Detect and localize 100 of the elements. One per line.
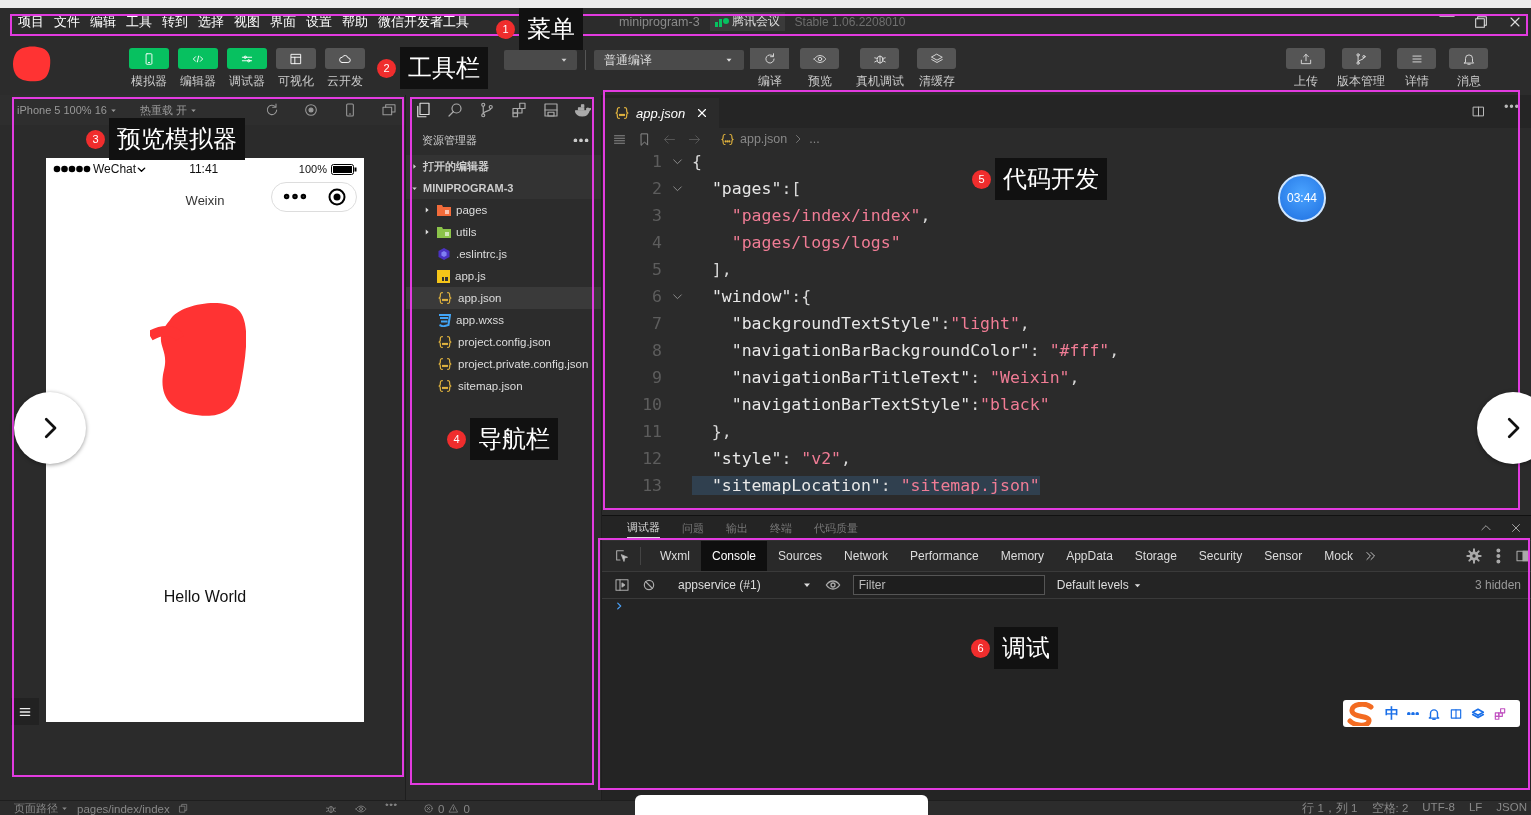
language-mode[interactable]: JSON [1496, 801, 1527, 815]
devtools-tab[interactable]: Wxml [649, 541, 701, 571]
devtools-tab[interactable]: Security [1187, 541, 1254, 571]
capsule-button[interactable] [271, 182, 357, 212]
menu-item[interactable]: 工具 [126, 12, 152, 31]
code-line: "window":{ [710, 287, 812, 306]
list-button[interactable] [11, 698, 39, 725]
toolbar-button[interactable] [860, 48, 899, 69]
blocks-icon [510, 101, 528, 119]
menu-item[interactable]: 文件 [54, 12, 80, 31]
panel-tab[interactable]: 调试器 [627, 518, 660, 538]
devtools-tab[interactable]: Mock [1313, 541, 1364, 571]
body-text: Hello World [162, 588, 248, 606]
js-file-icon [437, 269, 450, 283]
callout-label: 调试 [994, 627, 1058, 669]
devtools-tab[interactable]: Storage [1123, 541, 1188, 571]
toolbar-label: 真机调试 [855, 73, 904, 90]
menu-item[interactable]: 设置 [306, 12, 332, 31]
context-dropdown[interactable]: appservice (#1) [668, 578, 813, 592]
page-path-dropdown[interactable]: 页面路径 [14, 801, 69, 815]
menu-item[interactable]: 转到 [162, 12, 188, 31]
devtools-tab[interactable]: Network [833, 541, 900, 571]
maximize-icon [1473, 13, 1489, 30]
encoding-setting[interactable]: UTF-8 [1422, 801, 1455, 815]
callout-label: 代码开发 [995, 158, 1107, 200]
view-toggle-button[interactable] [275, 48, 316, 69]
menu-item[interactable]: 帮助 [342, 12, 368, 31]
file-item[interactable]: project.config.json [406, 331, 601, 353]
input-mode-label[interactable]: 中 [1385, 704, 1399, 723]
file-item[interactable]: app.json [406, 287, 601, 309]
braces-icon [614, 105, 630, 121]
grid-icon [1493, 706, 1507, 721]
compile-mode-dropdown[interactable]: 普通编译 [594, 50, 744, 70]
punctuation-icon [1407, 711, 1419, 716]
file-item[interactable]: .eslintrc.js [406, 243, 601, 265]
menu-item[interactable]: 微信开发者工具 [378, 12, 469, 31]
toolbar-button[interactable] [1449, 48, 1488, 69]
panel-tab[interactable]: 代码质量 [814, 518, 858, 538]
braces-icon [437, 378, 453, 394]
view-toggle-button[interactable] [128, 48, 169, 69]
prompt-icon [614, 601, 624, 611]
toolbar-label: 云开发 [326, 73, 363, 90]
file-item[interactable]: pages [406, 199, 601, 221]
toolbar-label: 上传 [1293, 73, 1318, 90]
toolbar-button[interactable] [1341, 48, 1381, 69]
devtools-tab[interactable]: Sources [767, 541, 834, 571]
file-item[interactable]: app.wxss [406, 309, 601, 331]
editor-tab[interactable]: app.json [602, 98, 719, 128]
eye-icon [355, 802, 367, 815]
devtools-tab[interactable]: Performance [899, 541, 990, 571]
caret-icon [60, 804, 69, 813]
braces-icon [437, 334, 453, 350]
more-tabs-icon [1363, 549, 1378, 563]
breadcrumb-item[interactable]: app.json [740, 132, 788, 146]
file-item[interactable]: utils [406, 221, 601, 243]
ime-toolbar[interactable]: 中 [1343, 700, 1520, 727]
toolbar-label: 版本管理 [1337, 73, 1385, 90]
close-icon [1509, 521, 1523, 535]
device-dropdown[interactable]: iPhone 5 100% 16 [17, 104, 118, 116]
toolbar-label: 模拟器 [130, 73, 167, 90]
file-item[interactable]: app.js [406, 265, 601, 287]
view-toggle-button[interactable] [324, 48, 365, 69]
tree-section[interactable]: 打开的编辑器 [406, 155, 601, 177]
tree-section[interactable]: MINIPROGRAM-3 [406, 177, 601, 199]
indent-setting[interactable]: 空格: 2 [1371, 801, 1409, 815]
toolbar-button[interactable] [917, 48, 956, 69]
menu-item[interactable]: 项目 [18, 12, 44, 31]
more-icon [573, 137, 589, 143]
toolbar-button[interactable] [1286, 48, 1325, 69]
devtools-tab[interactable]: Sensor [1253, 541, 1314, 571]
panel-tab[interactable]: 输出 [726, 518, 748, 538]
menu-item[interactable]: 视图 [234, 12, 260, 31]
cursor-position[interactable]: 行 1，列 1 [1302, 801, 1358, 815]
callout-label: 菜单 [519, 8, 583, 50]
file-item[interactable]: project.private.config.json [406, 353, 601, 375]
filter-field[interactable]: Filter [852, 575, 1045, 595]
braces-icon [437, 290, 453, 306]
code-line: "navigationBarTitleText": "Weixin", [730, 368, 1080, 387]
breadcrumb-item[interactable]: ... [809, 132, 820, 146]
file-item[interactable]: sitemap.json [406, 375, 601, 397]
devtools-tab[interactable]: AppData [1055, 541, 1124, 571]
panel-tab[interactable]: 终端 [770, 518, 792, 538]
toolbar-button[interactable] [750, 48, 789, 69]
whale-icon [574, 101, 592, 119]
view-toggle-button[interactable] [226, 48, 267, 69]
toolbar-button[interactable] [800, 48, 839, 69]
logo-icon [1347, 701, 1377, 726]
devtools-tab[interactable]: Memory [989, 541, 1056, 571]
caret-icon [410, 161, 419, 171]
devtools-tab[interactable]: Console [701, 541, 768, 571]
view-toggle-button[interactable] [177, 48, 218, 69]
more-icon [385, 802, 397, 807]
panel-tab[interactable]: 问题 [682, 518, 704, 538]
menu-item[interactable]: 编辑 [90, 12, 116, 31]
menu-item[interactable]: 选择 [198, 12, 224, 31]
panel-title: 资源管理器 [422, 132, 477, 148]
levels-dropdown[interactable]: Default levels [1056, 578, 1143, 592]
hot-reload-dropdown[interactable]: 热重载 开 [139, 102, 198, 118]
menu-item[interactable]: 界面 [270, 12, 296, 31]
eol-setting[interactable]: LF [1468, 801, 1483, 815]
